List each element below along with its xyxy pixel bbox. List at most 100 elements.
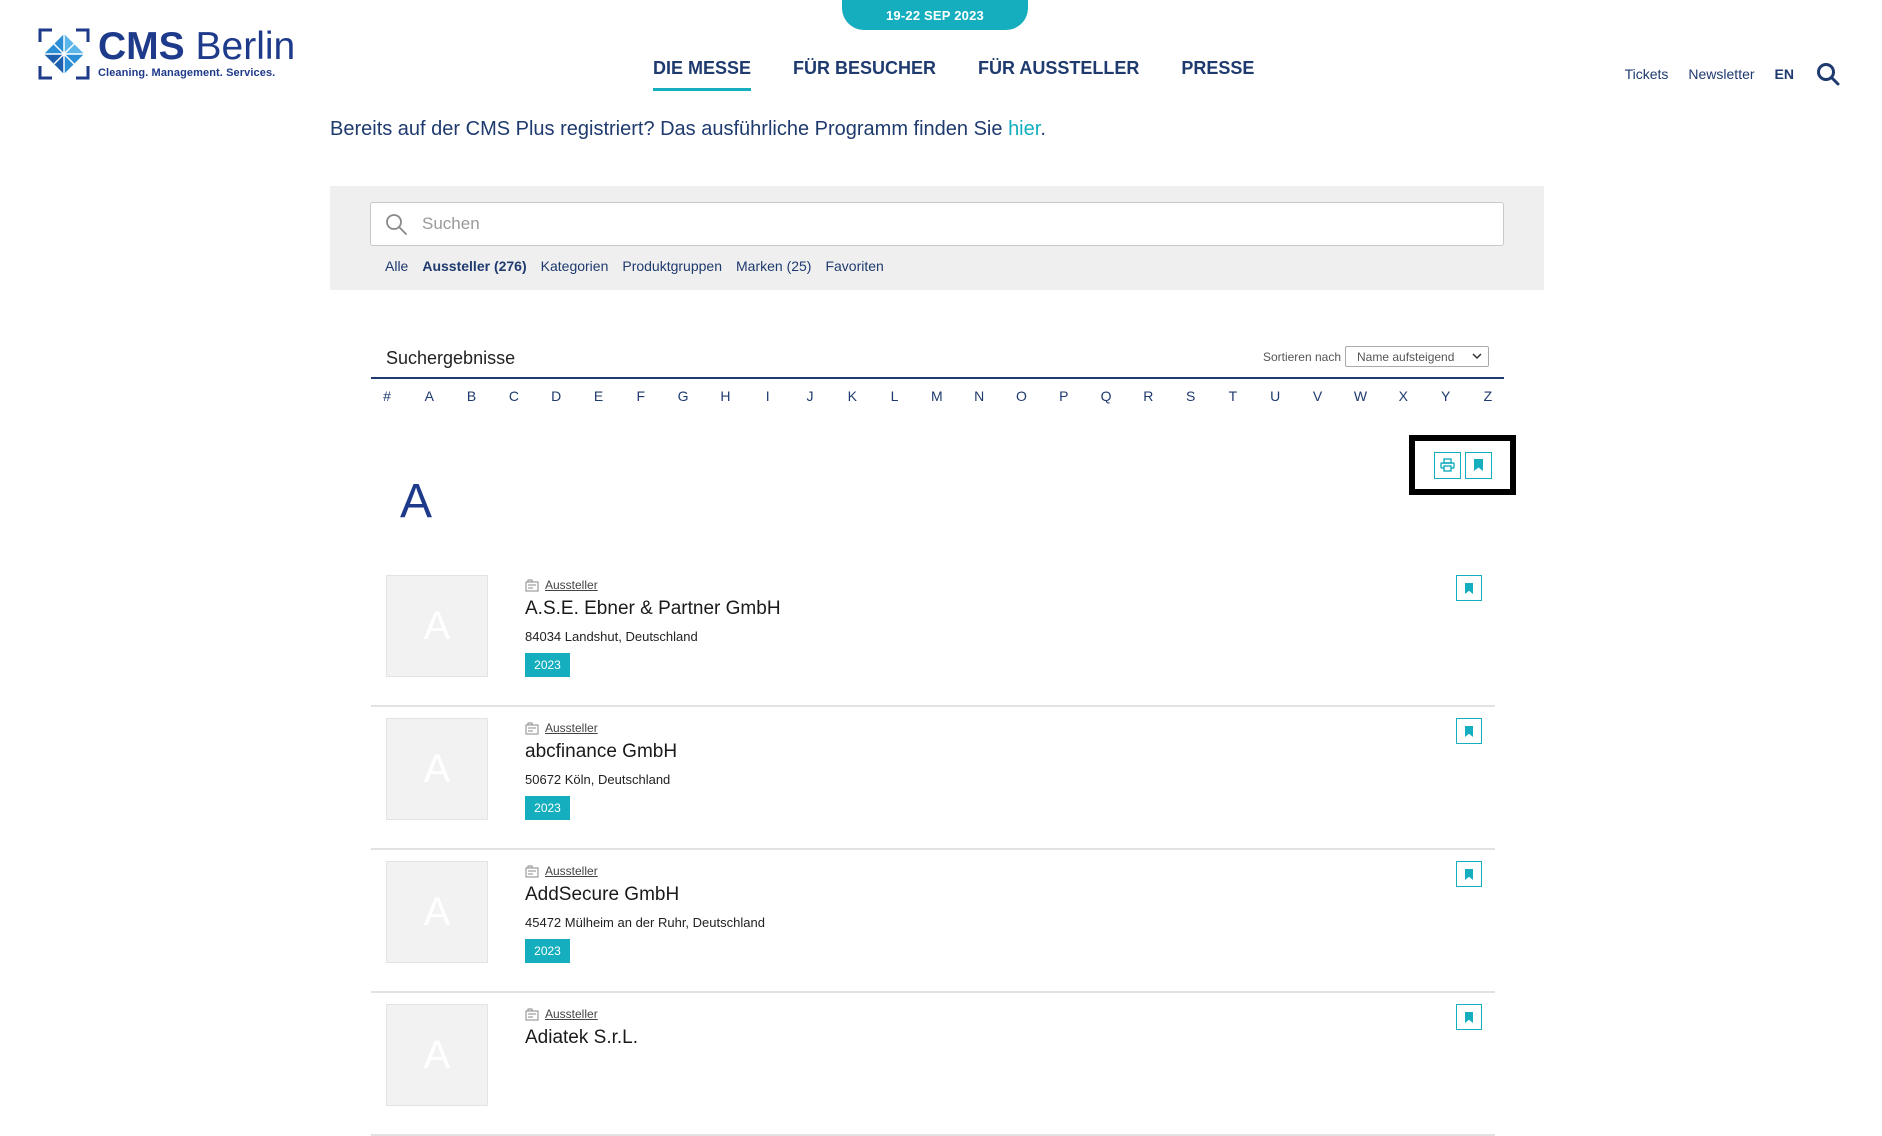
exhibitor-name[interactable]: abcfinance GmbH <box>525 741 677 763</box>
alphabet-letter[interactable]: D <box>550 388 562 404</box>
exhibitor-name[interactable]: AddSecure GmbH <box>525 884 679 906</box>
exhibitor-type: Aussteller <box>525 721 598 735</box>
bookmark-all-button[interactable] <box>1464 451 1492 479</box>
alphabet-letter[interactable]: I <box>762 388 774 404</box>
bookmark-icon <box>1465 582 1473 594</box>
bookmark-button[interactable] <box>1456 861 1482 887</box>
alphabet-letter[interactable]: L <box>889 388 901 404</box>
alphabet-filter: # A B C D E F G H I J K L M N O P Q R S T U V W X Y Z <box>371 388 1504 404</box>
nav-fuer-besucher[interactable]: FÜR BESUCHER <box>793 58 936 91</box>
alphabet-letter[interactable]: B <box>466 388 478 404</box>
alphabet-letter[interactable]: P <box>1058 388 1070 404</box>
alphabet-letter[interactable]: Q <box>1100 388 1112 404</box>
alphabet-letter[interactable]: H <box>719 388 731 404</box>
bookmark-button[interactable] <box>1456 718 1482 744</box>
sort-select[interactable]: Name aufsteigend <box>1345 346 1489 367</box>
exhibitor-row: A Aussteller AddSecure GmbH 45472 Mülheim a… <box>371 848 1495 993</box>
main-navigation: DIE MESSE FÜR BESUCHER FÜR AUSSTELLER PR… <box>653 58 1296 91</box>
results-title: Suchergebnisse <box>386 348 516 368</box>
exhibitor-logo-placeholder[interactable]: A <box>386 718 488 820</box>
alphabet-letter[interactable]: G <box>677 388 689 404</box>
exhibitor-logo-placeholder[interactable]: A <box>386 1004 488 1106</box>
exhibitor-address: 84034 Landshut, Deutschland <box>525 629 698 644</box>
exhibitor-row: A Aussteller Adiatek S.r.L. <box>371 991 1495 1136</box>
alphabet-letter[interactable]: M <box>931 388 943 404</box>
utility-navigation: Tickets Newsletter EN <box>1605 62 1840 86</box>
logo-tagline: Cleaning. Management. Services. <box>98 67 276 79</box>
exhibitor-type-label[interactable]: Aussteller <box>545 578 598 592</box>
bookmark-icon <box>1473 459 1483 471</box>
bookmark-icon <box>1465 725 1473 737</box>
alphabet-letter[interactable]: R <box>1142 388 1154 404</box>
print-button[interactable] <box>1433 451 1461 479</box>
alphabet-letter[interactable]: X <box>1397 388 1409 404</box>
alphabet-letter[interactable]: O <box>1015 388 1027 404</box>
intro-text: Bereits auf der CMS Plus registriert? Da… <box>330 118 1046 140</box>
nav-die-messe[interactable]: DIE MESSE <box>653 58 752 91</box>
search-panel: Alle Aussteller (276) Kategorien Produkt… <box>330 186 1544 290</box>
tab-favoriten[interactable]: Favoriten <box>825 258 883 274</box>
logo-cube-icon <box>38 28 90 80</box>
exhibitor-logo-placeholder[interactable]: A <box>386 575 488 677</box>
tab-aussteller[interactable]: Aussteller (276) <box>422 258 526 274</box>
exhibitor-row: A Aussteller A.S.E. Ebner & Partner GmbH 84… <box>371 562 1495 707</box>
search-input[interactable] <box>420 213 1424 235</box>
exhibitor-logo-placeholder[interactable]: A <box>386 861 488 963</box>
alphabet-letter[interactable]: Z <box>1482 388 1494 404</box>
tickets-link[interactable]: Tickets <box>1625 66 1669 82</box>
logo-title: CMS Berlin <box>98 25 296 68</box>
exhibitor-type-icon <box>525 1008 539 1020</box>
exhibitor-type-label[interactable]: Aussteller <box>545 1007 598 1021</box>
bookmark-button[interactable] <box>1456 575 1482 601</box>
exhibitor-type-icon <box>525 722 539 734</box>
alphabet-letter[interactable]: W <box>1354 388 1367 404</box>
alphabet-letter[interactable]: C <box>508 388 520 404</box>
exhibitor-name[interactable]: A.S.E. Ebner & Partner GmbH <box>525 598 781 620</box>
tab-kategorien[interactable]: Kategorien <box>541 258 609 274</box>
exhibitor-row: A Aussteller abcfinance GmbH 50672 Köln, De… <box>371 705 1495 850</box>
alphabet-letter[interactable]: J <box>804 388 816 404</box>
alphabet-letter[interactable]: S <box>1185 388 1197 404</box>
year-badge: 2023 <box>525 796 570 820</box>
sort-control: Sortieren nach Name aufsteigend <box>1263 346 1489 367</box>
section-letter: A <box>400 475 433 528</box>
event-date-badge: 19-22 SEP 2023 <box>842 0 1028 30</box>
year-badge: 2023 <box>525 653 570 677</box>
exhibitor-type-icon <box>525 865 539 877</box>
bookmark-button[interactable] <box>1456 1004 1482 1030</box>
tab-alle[interactable]: Alle <box>385 258 408 274</box>
alphabet-letter[interactable]: E <box>592 388 604 404</box>
tab-marken[interactable]: Marken (25) <box>736 258 811 274</box>
alphabet-letter[interactable]: # <box>381 388 393 404</box>
sort-label: Sortieren nach <box>1262 349 1341 364</box>
chevron-down-icon <box>1472 353 1482 360</box>
exhibitor-type: Aussteller <box>525 578 598 592</box>
cms-berlin-logo[interactable]: CMS Berlin Cleaning. Management. Service… <box>38 26 295 82</box>
alphabet-letter[interactable]: N <box>973 388 985 404</box>
nav-presse[interactable]: PRESSE <box>1181 58 1254 91</box>
year-badge: 2023 <box>525 939 570 963</box>
exhibitor-type: Aussteller <box>525 1007 598 1021</box>
results-divider <box>371 377 1504 379</box>
tab-produktgruppen[interactable]: Produktgruppen <box>622 258 722 274</box>
language-switch[interactable]: EN <box>1775 66 1794 82</box>
filter-tabs: Alle Aussteller (276) Kategorien Produkt… <box>385 258 898 274</box>
nav-fuer-aussteller[interactable]: FÜR AUSSTELLER <box>978 58 1139 91</box>
bookmark-icon <box>1465 868 1473 880</box>
exhibitor-type-label[interactable]: Aussteller <box>545 721 598 735</box>
alphabet-letter[interactable]: U <box>1269 388 1281 404</box>
exhibitor-type-icon <box>525 579 539 591</box>
printer-icon <box>1439 458 1455 472</box>
alphabet-letter[interactable]: Y <box>1440 388 1452 404</box>
search-icon[interactable] <box>1816 62 1840 86</box>
alphabet-letter[interactable]: A <box>423 388 435 404</box>
program-link[interactable]: hier <box>1008 118 1040 140</box>
newsletter-link[interactable]: Newsletter <box>1688 66 1754 82</box>
search-box <box>370 202 1504 246</box>
alphabet-letter[interactable]: V <box>1312 388 1324 404</box>
alphabet-letter[interactable]: K <box>846 388 858 404</box>
exhibitor-name[interactable]: Adiatek S.r.L. <box>525 1027 638 1049</box>
alphabet-letter[interactable]: F <box>635 388 647 404</box>
exhibitor-type-label[interactable]: Aussteller <box>545 864 598 878</box>
alphabet-letter[interactable]: T <box>1227 388 1239 404</box>
